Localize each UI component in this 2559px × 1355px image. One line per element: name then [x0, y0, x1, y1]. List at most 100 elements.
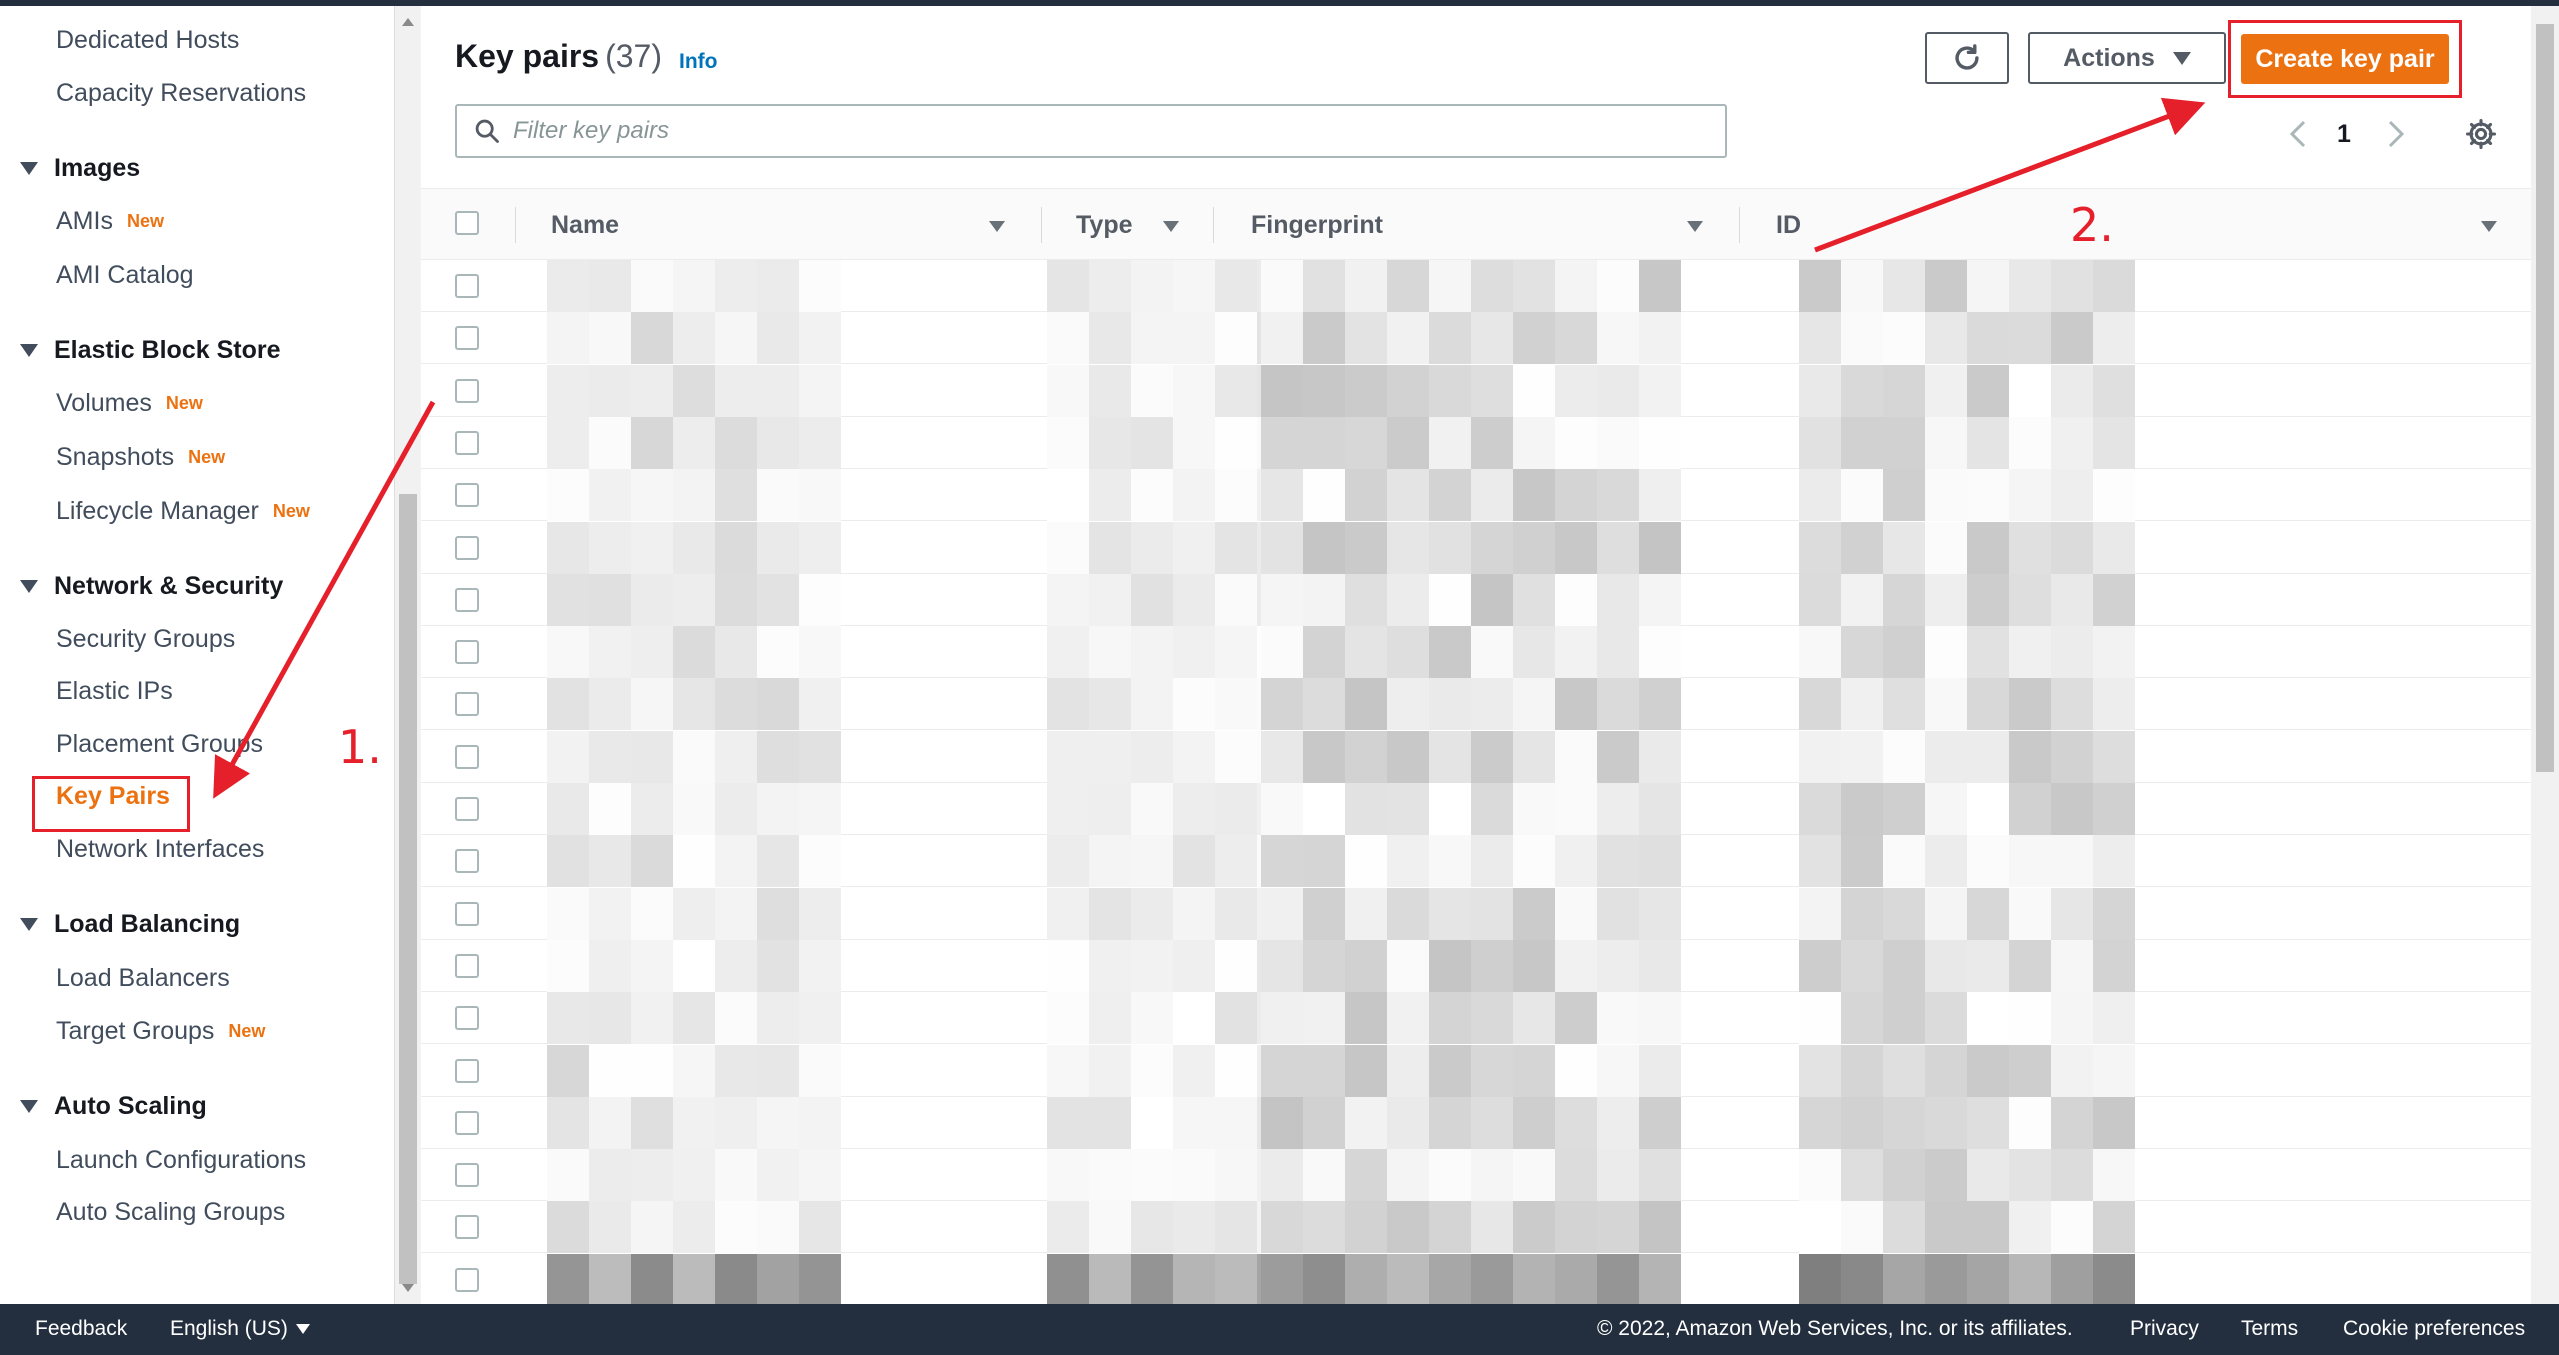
sidebar-item-target-groups[interactable]: Target Groups New — [56, 1017, 265, 1046]
table-row[interactable] — [421, 939, 2531, 992]
column-header-fingerprint[interactable]: Fingerprint — [1251, 211, 1383, 240]
redacted-cell — [1799, 416, 2135, 469]
table-row[interactable] — [421, 573, 2531, 626]
table-row[interactable] — [421, 835, 2531, 888]
row-checkbox[interactable] — [455, 274, 479, 298]
sidebar-item-label: Launch Configurations — [56, 1146, 307, 1174]
table-row[interactable] — [421, 992, 2531, 1045]
table-row[interactable] — [421, 887, 2531, 940]
table-row[interactable] — [421, 783, 2531, 835]
search-input[interactable] — [513, 117, 1693, 145]
sidebar-item-dedicated-hosts[interactable]: Dedicated Hosts — [56, 26, 239, 55]
caret-down-icon — [20, 344, 38, 357]
sort-icon[interactable] — [989, 221, 1005, 232]
table-row[interactable] — [421, 364, 2531, 417]
nav-section-load-balancing[interactable]: Load Balancing — [20, 910, 240, 939]
feedback-link[interactable]: Feedback — [35, 1317, 127, 1341]
sidebar-item-lifecycle-manager[interactable]: Lifecycle Manager New — [56, 497, 310, 526]
table-row[interactable] — [421, 521, 2531, 574]
row-checkbox[interactable] — [455, 1215, 479, 1240]
table-row[interactable] — [421, 626, 2531, 679]
row-checkbox[interactable] — [455, 901, 479, 926]
redacted-cell — [1261, 416, 1681, 469]
previous-page-button[interactable] — [2283, 116, 2313, 152]
redacted-cell — [547, 1201, 841, 1254]
sidebar-item-auto-scaling-groups[interactable]: Auto Scaling Groups — [56, 1198, 285, 1227]
row-checkbox[interactable] — [455, 430, 479, 455]
sort-icon[interactable] — [1687, 221, 1703, 232]
sidebar-item-label: AMI Catalog — [56, 261, 194, 289]
terms-link[interactable]: Terms — [2241, 1317, 2298, 1341]
row-checkbox[interactable] — [455, 640, 479, 665]
sort-icon[interactable] — [2481, 221, 2497, 232]
row-checkbox[interactable] — [455, 1006, 479, 1031]
row-checkbox[interactable] — [455, 797, 479, 821]
row-checkbox[interactable] — [455, 1058, 479, 1083]
sort-icon[interactable] — [1163, 221, 1179, 232]
sidebar-item-network-interfaces[interactable]: Network Interfaces — [56, 835, 264, 864]
row-checkbox[interactable] — [455, 535, 479, 560]
row-checkbox[interactable] — [455, 326, 479, 351]
table-row[interactable] — [421, 1096, 2531, 1149]
sidebar-item-snapshots[interactable]: Snapshots New — [56, 443, 225, 472]
main-scrollbar-thumb[interactable] — [2536, 24, 2554, 772]
column-header-type[interactable]: Type — [1076, 211, 1133, 240]
row-checkbox[interactable] — [455, 953, 479, 978]
sidebar-item-ami-catalog[interactable]: AMI Catalog — [56, 261, 194, 290]
next-page-button[interactable] — [2381, 116, 2411, 152]
sidebar-item-capacity-reservations[interactable]: Capacity Reservations — [56, 79, 306, 108]
table-row[interactable] — [421, 1044, 2531, 1097]
privacy-link[interactable]: Privacy — [2130, 1317, 2199, 1341]
nav-section-elastic-block-store[interactable]: Elastic Block Store — [20, 336, 280, 365]
redacted-cell — [1261, 1096, 1681, 1149]
sidebar-item-volumes[interactable]: Volumes New — [56, 389, 203, 418]
sidebar-item-elastic-ips[interactable]: Elastic IPs — [56, 677, 173, 706]
row-checkbox[interactable] — [455, 1267, 479, 1292]
language-selector[interactable]: English (US) — [170, 1317, 310, 1341]
table-row[interactable] — [421, 1149, 2531, 1202]
page-number[interactable]: 1 — [2337, 120, 2351, 149]
row-checkbox[interactable] — [455, 587, 479, 612]
language-label: English (US) — [170, 1317, 288, 1340]
row-checkbox[interactable] — [455, 849, 479, 874]
table-row[interactable] — [421, 416, 2531, 469]
row-checkbox[interactable] — [455, 483, 479, 508]
scroll-down-icon[interactable] — [402, 1284, 414, 1292]
row-checkbox[interactable] — [455, 1163, 479, 1188]
table-row[interactable] — [421, 678, 2531, 731]
table-row[interactable] — [421, 730, 2531, 783]
info-link[interactable]: Info — [679, 50, 717, 74]
nav-section-auto-scaling[interactable]: Auto Scaling — [20, 1092, 207, 1121]
nav-section-images[interactable]: Images — [20, 154, 140, 183]
column-header-id[interactable]: ID — [1776, 211, 1801, 240]
select-all-checkbox[interactable] — [455, 211, 479, 235]
row-checkbox[interactable] — [455, 744, 479, 769]
sidebar-scrollbar[interactable] — [394, 6, 420, 1304]
sidebar-scrollbar-thumb[interactable] — [399, 494, 417, 1284]
sidebar-item-amis[interactable]: AMIs New — [56, 207, 164, 236]
row-checkbox[interactable] — [455, 692, 479, 717]
row-checkbox[interactable] — [455, 378, 479, 403]
column-header-name[interactable]: Name — [551, 211, 619, 240]
row-checkbox[interactable] — [455, 1110, 479, 1135]
table-row[interactable] — [421, 1201, 2531, 1254]
refresh-button[interactable] — [1925, 32, 2009, 84]
sidebar-item-placement-groups[interactable]: Placement Groups — [56, 730, 263, 759]
table-row[interactable] — [421, 469, 2531, 522]
table-row[interactable] — [421, 312, 2531, 365]
scroll-up-icon[interactable] — [402, 18, 414, 26]
search-box[interactable] — [455, 104, 1727, 158]
sidebar-nav: Dedicated Hosts Capacity Reservations Imag… — [0, 6, 394, 1304]
redacted-cell — [1799, 1096, 2135, 1149]
nav-section-network-security[interactable]: Network & Security — [20, 572, 283, 601]
create-key-pair-button[interactable]: Create key pair — [2241, 34, 2449, 84]
sidebar-item-security-groups[interactable]: Security Groups — [56, 625, 235, 654]
table-row[interactable] — [421, 1253, 2531, 1304]
table-settings-button[interactable] — [2461, 114, 2501, 154]
table-row[interactable] — [421, 260, 2531, 312]
sidebar-item-launch-configurations[interactable]: Launch Configurations — [56, 1146, 306, 1175]
sidebar-item-load-balancers[interactable]: Load Balancers — [56, 964, 230, 993]
main-scrollbar[interactable] — [2531, 6, 2559, 1304]
cookie-preferences-link[interactable]: Cookie preferences — [2343, 1317, 2525, 1341]
actions-dropdown[interactable]: Actions — [2028, 32, 2226, 84]
